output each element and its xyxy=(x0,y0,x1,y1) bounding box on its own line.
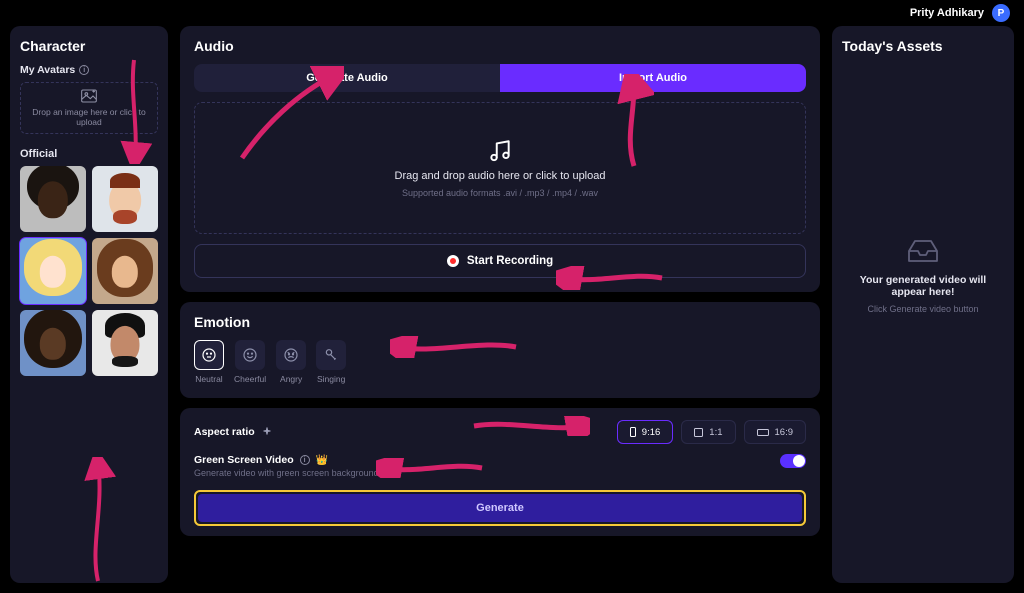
emotion-item-neutral: Neutral xyxy=(194,340,224,384)
emotion-singing-button[interactable] xyxy=(316,340,346,370)
aspect-ratio-options: 9:16 1:1 16:9 xyxy=(617,420,806,444)
tab-generate-audio[interactable]: Generate Audio xyxy=(194,64,500,92)
assets-empty-state: Your generated video will appear here! C… xyxy=(842,64,1004,314)
emotion-cheerful-button[interactable] xyxy=(235,340,265,370)
avatar-upload-dropzone[interactable]: Drop an image here or click to upload xyxy=(20,82,158,134)
upload-image-icon xyxy=(81,89,97,103)
emotion-item-singing: Singing xyxy=(316,340,346,384)
character-panel: Character My Avatars i Drop an image her… xyxy=(10,26,168,583)
avatar-thumb[interactable] xyxy=(92,238,158,304)
info-icon: i xyxy=(79,65,89,75)
user-name: Prity Adhikary xyxy=(910,7,984,19)
audio-upload-dropzone[interactable]: Drag and drop audio here or click to upl… xyxy=(194,102,806,234)
emotion-label: Angry xyxy=(280,374,302,384)
audio-panel: Audio Generate Audio Import Audio Drag a… xyxy=(180,26,820,292)
avatar-thumb[interactable] xyxy=(92,166,158,232)
official-label: Official xyxy=(20,148,158,160)
info-icon: i xyxy=(300,455,310,465)
inbox-icon xyxy=(906,238,940,264)
audio-tabs: Generate Audio Import Audio xyxy=(194,64,806,92)
aspect-16-9-button[interactable]: 16:9 xyxy=(744,420,807,444)
greenscreen-title: Green Screen Video i 👑 xyxy=(194,454,379,466)
user-avatar[interactable]: P xyxy=(992,4,1010,22)
start-recording-button[interactable]: Start Recording xyxy=(194,244,806,278)
emotion-label: Neutral xyxy=(195,374,222,384)
emotion-angry-button[interactable] xyxy=(276,340,306,370)
assets-panel: Today's Assets Your generated video will… xyxy=(832,26,1014,583)
audio-title: Audio xyxy=(194,38,806,54)
settings-panel: Aspect ratio 9:16 1:1 16:9 xyxy=(180,408,820,536)
assets-empty-headline: Your generated video will appear here! xyxy=(842,274,1004,298)
emotion-label: Singing xyxy=(317,374,345,384)
generate-button[interactable]: Generate xyxy=(198,494,802,522)
emotion-item-cheerful: Cheerful xyxy=(234,340,266,384)
face-angry-icon xyxy=(283,347,299,363)
generate-button-highlight: Generate xyxy=(194,490,806,526)
official-avatar-grid xyxy=(20,166,158,376)
middle-column: Audio Generate Audio Import Audio Drag a… xyxy=(180,26,820,583)
sparkle-icon xyxy=(261,426,273,438)
my-avatars-label: My Avatars i xyxy=(20,64,158,76)
aspect-label-text: 9:16 xyxy=(642,427,661,438)
crown-icon: 👑 xyxy=(316,455,328,466)
aspect-9-16-button[interactable]: 9:16 xyxy=(617,420,674,444)
face-neutral-icon xyxy=(201,347,217,363)
avatar-dropzone-text: Drop an image here or click to upload xyxy=(21,107,157,127)
aspect-label-text: 1:1 xyxy=(709,427,722,438)
tab-import-audio[interactable]: Import Audio xyxy=(500,64,806,92)
aspect-label-text: 16:9 xyxy=(775,427,794,438)
emotion-item-angry: Angry xyxy=(276,340,306,384)
assets-title: Today's Assets xyxy=(842,38,1004,54)
microphone-icon xyxy=(323,347,339,363)
emotion-options: Neutral Cheerful Angry xyxy=(194,340,806,384)
audio-drop-headline: Drag and drop audio here or click to upl… xyxy=(395,170,606,182)
greenscreen-desc: Generate video with green screen backgro… xyxy=(194,468,379,478)
record-label: Start Recording xyxy=(467,255,553,267)
emotion-panel: Emotion Neutral Cheerful xyxy=(180,302,820,398)
emotion-label: Cheerful xyxy=(234,374,266,384)
assets-empty-sub: Click Generate video button xyxy=(867,304,978,314)
aspect-1-1-button[interactable]: 1:1 xyxy=(681,420,735,444)
character-title: Character xyxy=(20,38,158,54)
avatar-thumb[interactable] xyxy=(92,310,158,376)
avatar-thumb[interactable] xyxy=(20,166,86,232)
aspect-ratio-label: Aspect ratio xyxy=(194,426,273,438)
face-smile-icon xyxy=(242,347,258,363)
music-note-icon xyxy=(487,138,513,164)
topbar: Prity Adhikary P xyxy=(0,0,1024,26)
record-icon xyxy=(447,255,459,267)
audio-drop-sub: Supported audio formats .avi / .mp3 / .m… xyxy=(402,188,598,198)
emotion-neutral-button[interactable] xyxy=(194,340,224,370)
greenscreen-toggle[interactable] xyxy=(780,454,806,468)
emotion-title: Emotion xyxy=(194,314,806,330)
avatar-thumb[interactable] xyxy=(20,310,86,376)
avatar-thumb[interactable] xyxy=(20,238,86,304)
annotation-arrow xyxy=(76,457,120,587)
